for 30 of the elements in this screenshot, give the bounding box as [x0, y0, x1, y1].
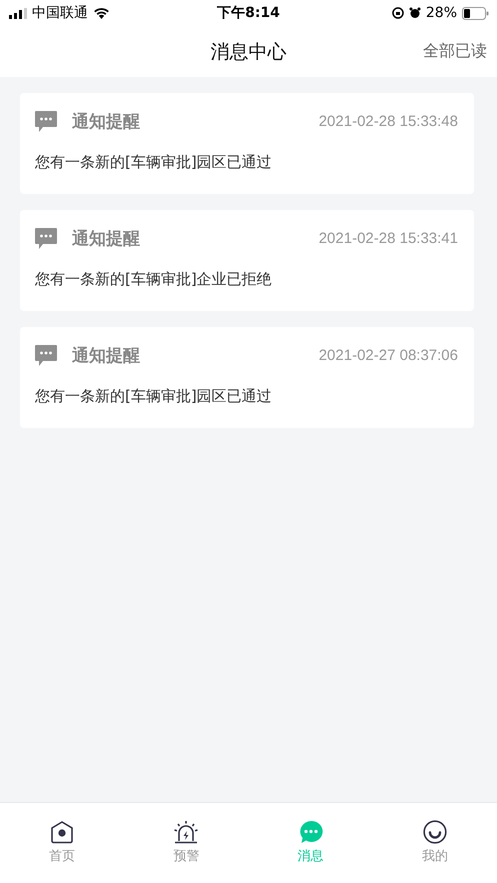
alarm-clock-icon — [408, 7, 421, 19]
battery-icon — [462, 6, 489, 20]
status-time: 下午8:14 — [217, 4, 280, 22]
message-title: 通知提醒 — [72, 345, 140, 367]
rotation-lock-icon — [392, 7, 404, 19]
smile-icon — [422, 820, 447, 844]
message-title: 通知提醒 — [72, 228, 140, 250]
siren-icon — [173, 820, 200, 844]
message-text: 您有一条新的[车辆审批]企业已拒绝 — [35, 270, 272, 289]
chat-bubble-icon — [35, 345, 57, 366]
battery-percent: 28% — [426, 5, 457, 21]
carrier-name: 中国联通 — [32, 4, 88, 22]
signal-icon — [9, 8, 27, 18]
message-time: 2021-02-28 15:33:41 — [318, 230, 458, 247]
wifi-icon — [93, 7, 110, 19]
page-title: 消息中心 — [210, 40, 286, 64]
mark-all-read-button[interactable]: 全部已读 — [423, 37, 487, 66]
message-card[interactable]: 通知提醒 2021-02-27 08:37:06 您有一条新的[车辆审批]园区已通过 — [20, 327, 474, 428]
message-card[interactable]: 通知提醒 2021-02-28 15:33:41 您有一条新的[车辆审批]企业已拒绝 — [20, 210, 474, 311]
message-card[interactable]: 通知提醒 2021-02-28 15:33:48 您有一条新的[车辆审批]园区已通过 — [20, 93, 474, 194]
message-text: 您有一条新的[车辆审批]园区已通过 — [35, 153, 272, 172]
message-title: 通知提醒 — [72, 111, 140, 133]
message-time: 2021-02-28 15:33:48 — [318, 113, 458, 130]
chat-bubble-icon — [35, 111, 57, 132]
home-icon — [50, 820, 74, 844]
tab-bar-item[interactable]: 预警 — [124, 803, 248, 883]
message-time: 2021-02-27 08:37:06 — [318, 347, 458, 364]
message-text: 您有一条新的[车辆审批]园区已通过 — [35, 387, 272, 406]
chat-bubble-icon — [298, 820, 323, 844]
chat-bubble-icon — [35, 228, 57, 249]
